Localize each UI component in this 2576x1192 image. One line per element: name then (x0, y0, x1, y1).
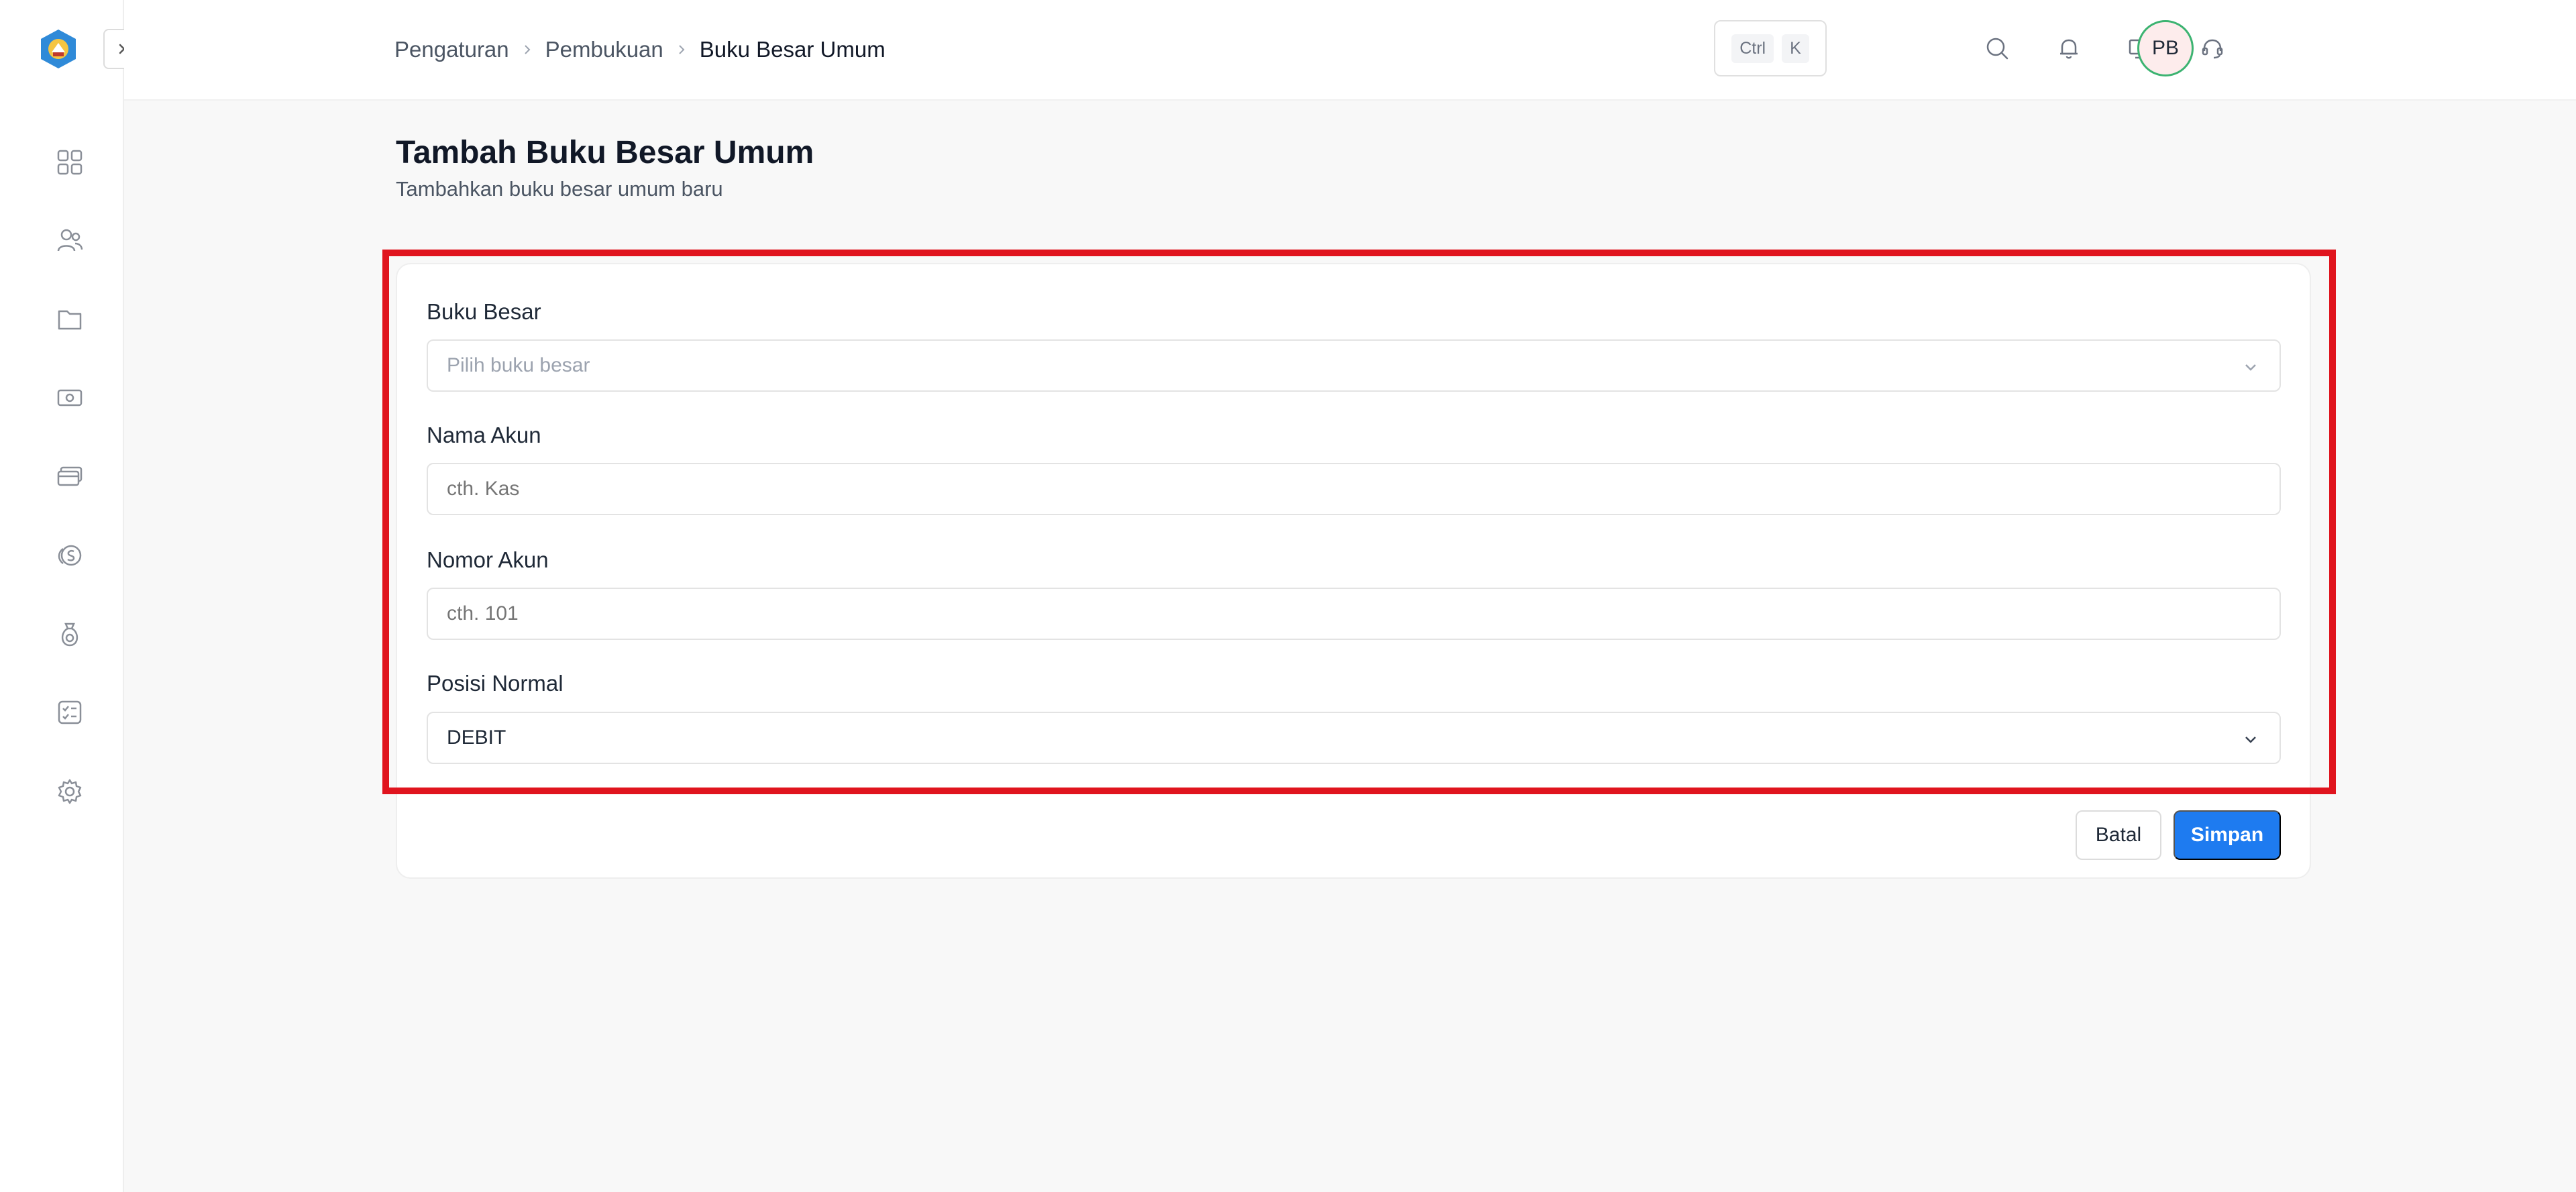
nav-coins-icon[interactable] (54, 539, 86, 572)
page-subtitle: Tambahkan buku besar umum baru (396, 177, 723, 201)
buku-besar-placeholder: Pilih buku besar (447, 354, 590, 376)
nomor-akun-label: Nomor Akun (427, 547, 549, 572)
headset-support-icon[interactable] (2195, 31, 2230, 66)
kbd-ctrl: Ctrl (1731, 34, 1774, 63)
cancel-button[interactable]: Batal (2076, 810, 2161, 860)
breadcrumb-item-pembukuan[interactable]: Pembukuan (545, 37, 663, 62)
nama-akun-input[interactable] (427, 463, 2281, 515)
kbd-k: K (1782, 34, 1809, 63)
nav-cards-icon[interactable] (54, 460, 86, 492)
nomor-akun-input[interactable] (427, 588, 2281, 640)
nav-settings-icon[interactable] (54, 775, 86, 808)
command-palette-shortcut[interactable]: Ctrl K (1714, 20, 1827, 76)
posisi-normal-select[interactable]: DEBIT (427, 712, 2281, 764)
nama-akun-label: Nama Akun (427, 423, 541, 447)
breadcrumb: Pengaturan Pembukuan Buku Besar Umum (394, 35, 885, 64)
chevron-right-icon (676, 44, 688, 56)
nav-checklist-icon[interactable] (54, 696, 86, 728)
search-icon[interactable] (1980, 31, 2015, 66)
chevron-down-icon (2245, 364, 2256, 371)
bell-icon[interactable] (2051, 31, 2086, 66)
chevron-right-icon (521, 44, 533, 56)
nav-dashboard-icon[interactable] (54, 146, 86, 178)
buku-besar-select[interactable]: Pilih buku besar (427, 339, 2281, 392)
breadcrumb-item-current: Buku Besar Umum (699, 37, 885, 62)
user-avatar[interactable]: PB (2137, 20, 2194, 76)
nav-money-bag-icon[interactable] (54, 618, 86, 651)
posisi-normal-value: DEBIT (447, 726, 506, 749)
app-logo[interactable] (38, 28, 78, 70)
nav-users-icon[interactable] (54, 224, 86, 256)
nav-cash-icon[interactable] (54, 382, 86, 414)
breadcrumb-item-pengaturan[interactable]: Pengaturan (394, 37, 509, 62)
buku-besar-label: Buku Besar (427, 299, 541, 324)
nav-folder-icon[interactable] (54, 303, 86, 335)
chevron-down-icon (2245, 737, 2256, 743)
save-button[interactable]: Simpan (2174, 810, 2281, 860)
sidebar (0, 0, 145, 1192)
page-title: Tambah Buku Besar Umum (396, 135, 814, 170)
posisi-normal-label: Posisi Normal (427, 671, 564, 696)
